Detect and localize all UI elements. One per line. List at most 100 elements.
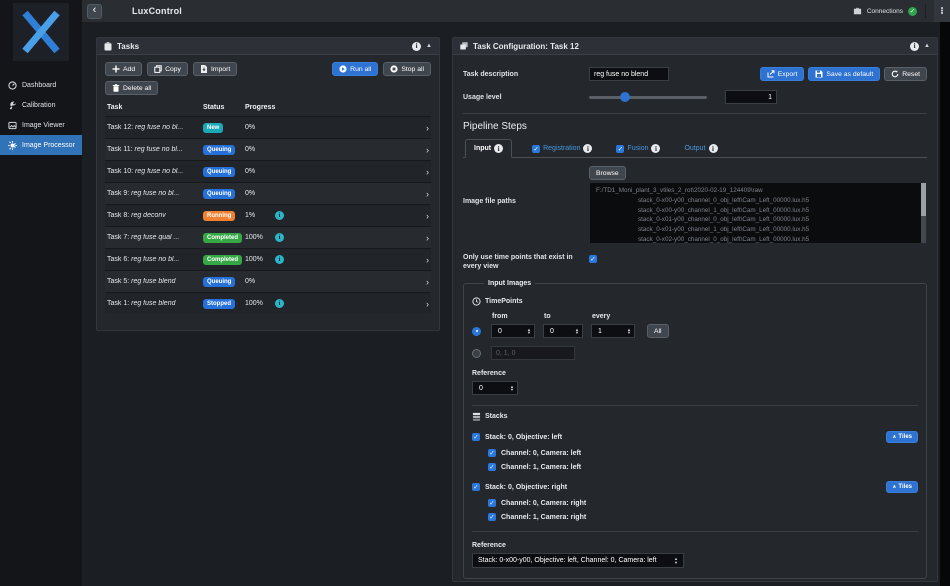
- slider-handle[interactable]: [620, 92, 630, 102]
- only-time-points-checkbox[interactable]: [589, 255, 597, 263]
- stack-reference-label: Reference: [472, 542, 918, 549]
- progress-value: 100%: [245, 256, 275, 263]
- stack-checkbox[interactable]: [472, 433, 480, 441]
- task-info-icon[interactable]: [275, 255, 284, 264]
- tab-registration[interactable]: Registration: [528, 140, 596, 157]
- table-row[interactable]: Task 8: reg deconv Running 1%: [105, 204, 431, 226]
- fusion-checkbox[interactable]: [616, 145, 624, 153]
- info-icon[interactable]: [494, 144, 503, 153]
- chevron-right-icon[interactable]: [426, 211, 429, 221]
- status-badge: Queuing: [203, 167, 235, 177]
- table-row[interactable]: Task 11: reg fuse no bl... Queuing 0%: [105, 138, 431, 160]
- back-button[interactable]: [87, 4, 102, 19]
- collapse-caret-icon[interactable]: [426, 43, 432, 49]
- column-task: Task: [107, 104, 203, 111]
- stacks-label: Stacks: [485, 413, 508, 420]
- progress-value: 0%: [245, 168, 275, 175]
- tiles-collapse-button[interactable]: Tiles: [886, 431, 918, 443]
- table-row[interactable]: Task 10: reg fuse no bl... Queuing 0%: [105, 160, 431, 182]
- tiles-collapse-button[interactable]: Tiles: [886, 481, 918, 493]
- tab-input[interactable]: Input: [465, 139, 512, 158]
- tab-label: Fusion: [627, 145, 648, 152]
- every-spinner[interactable]: 1: [591, 324, 635, 338]
- file-path: stack_0-x00-y00_channel_1_obj_left\Cam_L…: [596, 206, 920, 216]
- sidebar-item-image-viewer[interactable]: Image Viewer: [0, 115, 82, 135]
- chevron-right-icon[interactable]: [426, 189, 429, 199]
- chevron-right-icon[interactable]: [426, 277, 429, 287]
- sidebar-item-dashboard[interactable]: Dashboard: [0, 75, 82, 95]
- info-icon[interactable]: [412, 42, 421, 51]
- channel-row: Channel: 0, Camera: right: [488, 499, 918, 507]
- table-row[interactable]: Task 5: reg fuse blend Queuing 0%: [105, 270, 431, 292]
- save-as-default-button[interactable]: Save as default: [808, 67, 880, 81]
- table-row[interactable]: Task 6: reg fuse no bl... Completed 100%: [105, 248, 431, 270]
- browse-button[interactable]: Browse: [589, 166, 626, 180]
- info-icon[interactable]: [583, 144, 592, 153]
- tab-output[interactable]: Output: [680, 140, 721, 157]
- channel-checkbox[interactable]: [488, 463, 496, 471]
- table-row[interactable]: Task 1: reg fuse blend Stopped 100%: [105, 292, 431, 314]
- kebab-menu-icon[interactable]: [934, 0, 950, 22]
- info-icon[interactable]: [651, 144, 660, 153]
- channel-checkbox[interactable]: [488, 449, 496, 457]
- stack-label: Stack: 0, Objective: left: [485, 434, 562, 441]
- usage-level-input[interactable]: 1: [725, 90, 777, 104]
- list-radio[interactable]: [472, 349, 481, 358]
- usage-level-slider[interactable]: [589, 96, 707, 99]
- task-info-icon[interactable]: [275, 211, 284, 220]
- chevron-right-icon[interactable]: [426, 123, 429, 133]
- sidebar-item-calibration[interactable]: Calibration: [0, 95, 82, 115]
- to-spinner[interactable]: 0: [543, 324, 583, 338]
- spinner-arrows-icon[interactable]: [523, 328, 531, 335]
- status-badge: Stopped: [203, 299, 235, 309]
- image-file-paths-list[interactable]: F:/TD1_Moni_plant_3_vtiles_2_rot\2020-02…: [589, 182, 927, 244]
- task-info-icon[interactable]: [275, 233, 284, 242]
- channel-checkbox[interactable]: [488, 499, 496, 507]
- task-info-icon[interactable]: [275, 299, 284, 308]
- stack-checkbox[interactable]: [472, 483, 480, 491]
- reference-spinner[interactable]: 0: [472, 381, 518, 395]
- tab-fusion[interactable]: Fusion: [612, 140, 664, 157]
- reference-select-value: Stack: 0-x00-y00, Objective: left, Chann…: [478, 557, 657, 564]
- spinner-arrows-icon[interactable]: [623, 328, 631, 335]
- export-button[interactable]: Export: [760, 67, 805, 81]
- info-icon[interactable]: [709, 144, 718, 153]
- delete-all-button[interactable]: Delete all: [105, 81, 158, 95]
- reference-select[interactable]: Stack: 0-x00-y00, Objective: left, Chann…: [472, 553, 684, 568]
- chevron-right-icon[interactable]: [426, 167, 429, 177]
- scrollbar-thumb[interactable]: [921, 183, 926, 216]
- progress-value: 0%: [245, 190, 275, 197]
- chevron-right-icon[interactable]: [426, 255, 429, 265]
- progress-value: 0%: [245, 278, 275, 285]
- timepoints-list-input[interactable]: 0, 1, 0: [491, 346, 575, 360]
- info-icon[interactable]: [910, 42, 919, 51]
- table-row[interactable]: Task 7: reg fuse qual ... Completed 100%: [105, 226, 431, 248]
- spinner-arrows-icon[interactable]: [506, 385, 514, 392]
- channel-label: Channel: 1, Camera: right: [501, 514, 586, 521]
- from-spinner[interactable]: 0: [491, 324, 535, 338]
- chevron-right-icon[interactable]: [426, 145, 429, 155]
- table-row[interactable]: Task 12: reg fuse no bl... New 0%: [105, 116, 431, 138]
- chevron-right-icon[interactable]: [426, 233, 429, 243]
- copy-button[interactable]: Copy: [147, 62, 188, 76]
- import-button[interactable]: Import: [193, 62, 237, 76]
- range-radio[interactable]: [472, 327, 481, 336]
- registration-checkbox[interactable]: [532, 145, 540, 153]
- tab-label: Input: [474, 145, 491, 152]
- reset-button[interactable]: Reset: [884, 67, 927, 81]
- page-scrollbar[interactable]: [940, 22, 950, 586]
- channel-checkbox[interactable]: [488, 513, 496, 521]
- sidebar-item-image-processor[interactable]: Image Processor: [0, 135, 82, 155]
- all-button[interactable]: All: [647, 324, 669, 338]
- chevron-right-icon[interactable]: [426, 299, 429, 309]
- status-badge: Completed: [203, 255, 242, 265]
- task-description-input[interactable]: reg fuse no blend: [589, 67, 669, 81]
- tab-label: Registration: [543, 145, 580, 152]
- scrollbar-track[interactable]: [921, 183, 926, 243]
- add-button[interactable]: Add: [105, 62, 142, 76]
- collapse-caret-icon[interactable]: [924, 43, 930, 49]
- run-all-button[interactable]: Run all: [332, 62, 378, 76]
- table-row[interactable]: Task 9: reg fuse no bl... Queuing 0%: [105, 182, 431, 204]
- spinner-arrows-icon[interactable]: [571, 328, 579, 335]
- stop-all-button[interactable]: Stop all: [383, 62, 431, 76]
